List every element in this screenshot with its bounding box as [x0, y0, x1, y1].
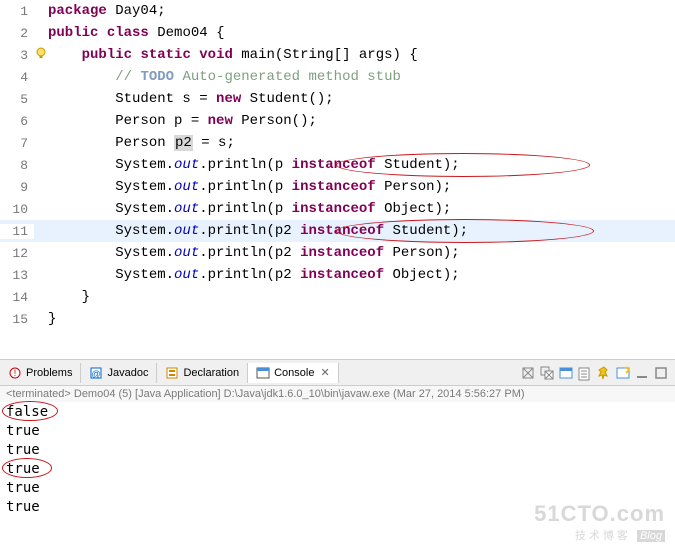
minimize-icon[interactable] — [634, 365, 650, 381]
line-number: 11 — [0, 224, 34, 239]
line-number: 15 — [0, 312, 34, 327]
tab-label: Javadoc — [107, 367, 148, 379]
line-number: 13 — [0, 268, 34, 283]
output-line: true — [6, 442, 40, 458]
bulb-icon[interactable] — [34, 46, 48, 65]
line-number: 5 — [0, 92, 34, 107]
javadoc-icon: @ — [89, 366, 103, 380]
tab-console[interactable]: Console ✕ — [248, 363, 339, 383]
line-number: 2 — [0, 26, 34, 41]
close-icon[interactable]: ✕ — [320, 366, 329, 379]
tab-javadoc[interactable]: @ Javadoc — [81, 363, 157, 383]
tab-label: Declaration — [183, 367, 239, 379]
console-terminated-label: <terminated> Demo04 (5) [Java Applicatio… — [0, 386, 675, 402]
views-tab-bar: ! Problems @ Javadoc Declaration Console ✕ — [0, 360, 675, 386]
output-line: true — [6, 461, 40, 477]
console-output[interactable]: false true true true true true — [0, 402, 675, 520]
line-number: 3 — [0, 48, 34, 63]
tab-declaration[interactable]: Declaration — [157, 363, 248, 383]
tab-label: Problems — [26, 367, 72, 379]
svg-text:!: ! — [14, 368, 17, 378]
svg-text:@: @ — [92, 369, 101, 379]
output-line: true — [6, 480, 40, 496]
remove-terminated-icon[interactable] — [520, 365, 536, 381]
line-number: 6 — [0, 114, 34, 129]
tab-label: Console — [274, 367, 314, 379]
line-number: 4 — [0, 70, 34, 85]
maximize-icon[interactable] — [653, 365, 669, 381]
code-editor[interactable]: 1package Day04; 2public class Demo04 { 3… — [0, 0, 675, 360]
line-number: 8 — [0, 158, 34, 173]
remove-all-icon[interactable] — [539, 365, 555, 381]
line-number: 7 — [0, 136, 34, 151]
open-console-icon[interactable] — [615, 365, 631, 381]
line-number: 10 — [0, 202, 34, 217]
output-line: true — [6, 423, 40, 439]
tab-problems[interactable]: ! Problems — [0, 363, 81, 383]
declaration-icon — [165, 366, 179, 380]
line-number: 12 — [0, 246, 34, 261]
line-number: 14 — [0, 290, 34, 305]
line-number: 9 — [0, 180, 34, 195]
problems-icon: ! — [8, 366, 22, 380]
output-line: true — [6, 499, 40, 515]
line-number: 1 — [0, 4, 34, 19]
console-icon — [256, 366, 270, 380]
scroll-lock-icon[interactable] — [577, 365, 593, 381]
output-line: false — [6, 404, 48, 420]
pin-icon[interactable] — [596, 365, 612, 381]
display-selected-icon[interactable] — [558, 365, 574, 381]
